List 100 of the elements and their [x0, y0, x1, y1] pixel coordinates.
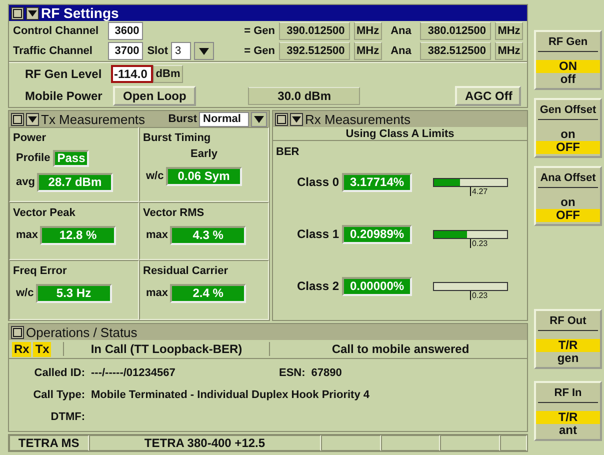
channel-input[interactable]: 3700 [108, 42, 144, 60]
field-label: avg [16, 176, 35, 188]
softkey-button[interactable]: Gen Offset on OFF [534, 98, 602, 158]
softkey-button[interactable]: RF Out T/R gen [534, 309, 602, 369]
section-title: BER [276, 146, 300, 158]
field-label: Ana [390, 45, 412, 57]
status-indicator: Rx [12, 342, 32, 356]
field-label: Traffic Channel [13, 45, 94, 57]
limit-label: 0.23 [470, 290, 488, 300]
status-message: Call to mobile answered [330, 342, 470, 356]
frequency-readout: 380.012500 [420, 22, 491, 40]
measurement-title: Power [13, 132, 48, 144]
field-label: max [146, 229, 168, 241]
measurement-title: Residual Carrier [143, 265, 229, 277]
unit-readout: dBm [153, 65, 183, 83]
field-label: = Gen [244, 45, 275, 57]
measurement-value: 28.7 dBm [36, 172, 113, 192]
measurement-value: 0.06 Sym [166, 166, 242, 186]
field-label: Slot [147, 45, 168, 57]
caret-icon [199, 48, 209, 54]
field-label: = Gen [244, 25, 275, 37]
class-label: Class 2 [297, 279, 340, 293]
caret-icon [254, 116, 264, 122]
ber-value: 0.00000% [342, 276, 412, 296]
softkey-option: gen [536, 352, 600, 365]
window-toggle-button[interactable] [11, 6, 24, 20]
unit-readout: MHz [494, 22, 523, 40]
measurement-title: Freq Error [13, 265, 68, 277]
field-label: max [146, 287, 168, 299]
field-label: w/c [16, 287, 34, 299]
panel-title: Tx Measurements [41, 112, 146, 126]
softkey-button[interactable]: RF In T/R ant [534, 381, 602, 441]
panel-title: RF Settings [41, 5, 119, 21]
window-toggle-button[interactable] [275, 112, 288, 126]
measurement-title: Burst Timing [143, 132, 212, 144]
dropdown-button[interactable] [251, 112, 267, 126]
burst-select[interactable]: Normal [199, 112, 249, 126]
status-badge: Pass [53, 150, 90, 166]
collapse-button[interactable] [290, 112, 303, 126]
ber-value: 3.17714% [342, 172, 412, 192]
panel-title: Operations / Status [26, 324, 138, 340]
unit-readout: MHz [494, 42, 523, 60]
field-label: Burst [168, 113, 197, 125]
field-label: ESN: [279, 367, 306, 379]
class-label: Class 1 [297, 227, 340, 241]
class-label: Class 0 [297, 175, 340, 189]
field-value: 67890 [311, 367, 342, 379]
frequency-readout: 382.512500 [420, 42, 491, 60]
status-bar-item: TETRA MS [9, 435, 89, 451]
collapse-button[interactable] [26, 112, 39, 126]
field-label: DTMF: [50, 411, 85, 423]
field-value: ---/-----/01234567 [91, 367, 176, 379]
mobile-power-button[interactable]: Open Loop [113, 86, 196, 106]
field-label: RF Gen Level [25, 67, 103, 81]
gen-level-input[interactable]: -114.0 [111, 65, 153, 83]
ber-value: 0.20989% [342, 224, 412, 244]
window-toggle-button[interactable] [11, 326, 24, 338]
field-value: Mobile Terminated - Individual Duplex Hook Priority 4 [91, 389, 370, 401]
softkey-option: OFF [536, 141, 600, 154]
dropdown-button[interactable] [194, 42, 214, 60]
measurement-value: 2.4 % [170, 284, 246, 302]
softkey-button[interactable]: RF Gen ON off [534, 30, 602, 90]
softkey-option: ON [536, 60, 600, 73]
call-state: In Call (TT Loopback-BER) [63, 342, 270, 356]
collapse-button[interactable] [26, 6, 39, 20]
window-toggle-button[interactable] [11, 112, 24, 126]
power-readout: 30.0 dBm [248, 87, 360, 105]
softkey-option: T/R [536, 411, 600, 424]
field-label: Mobile Power [25, 89, 104, 103]
field-label: Control Channel [13, 25, 100, 37]
panel-title: Rx Measurements [305, 112, 410, 126]
measurement-value: 4.3 % [170, 226, 246, 244]
measurement-title: Vector Peak [13, 207, 76, 219]
unit-readout: MHz [354, 22, 382, 40]
measurement-value: 5.3 Hz [36, 284, 112, 302]
frequency-readout: 390.012500 [278, 22, 350, 40]
softkey-option: off [536, 73, 600, 86]
field-label: w/c [146, 170, 164, 182]
field-label: Called ID: [33, 367, 85, 379]
field-label: Profile [16, 152, 50, 164]
limits-label: Using Class A Limits [346, 128, 454, 140]
field-label: Ana [390, 25, 412, 37]
softkey-option: ant [536, 424, 600, 437]
status-indicator: Tx [33, 342, 52, 356]
status-bar-item: TETRA 380-400 +12.5 [88, 435, 321, 451]
field-label: max [16, 229, 38, 241]
frequency-readout: 392.512500 [278, 42, 350, 60]
softkey-option: T/R [536, 339, 600, 352]
softkey-option: on [536, 128, 600, 141]
timing-note: Early [190, 148, 218, 160]
measurement-value: 12.8 % [40, 226, 116, 244]
slot-input[interactable]: 3 [171, 42, 191, 60]
softkey-button[interactable]: Ana Offset on OFF [534, 166, 602, 226]
limit-label: 4.27 [470, 186, 488, 196]
channel-input[interactable]: 3600 [108, 22, 144, 40]
field-label: Call Type: [32, 389, 85, 401]
agc-button[interactable]: AGC Off [455, 86, 521, 106]
softkey-option: OFF [536, 209, 600, 222]
limit-label: 0.23 [470, 238, 488, 248]
softkey-option: on [536, 196, 600, 209]
